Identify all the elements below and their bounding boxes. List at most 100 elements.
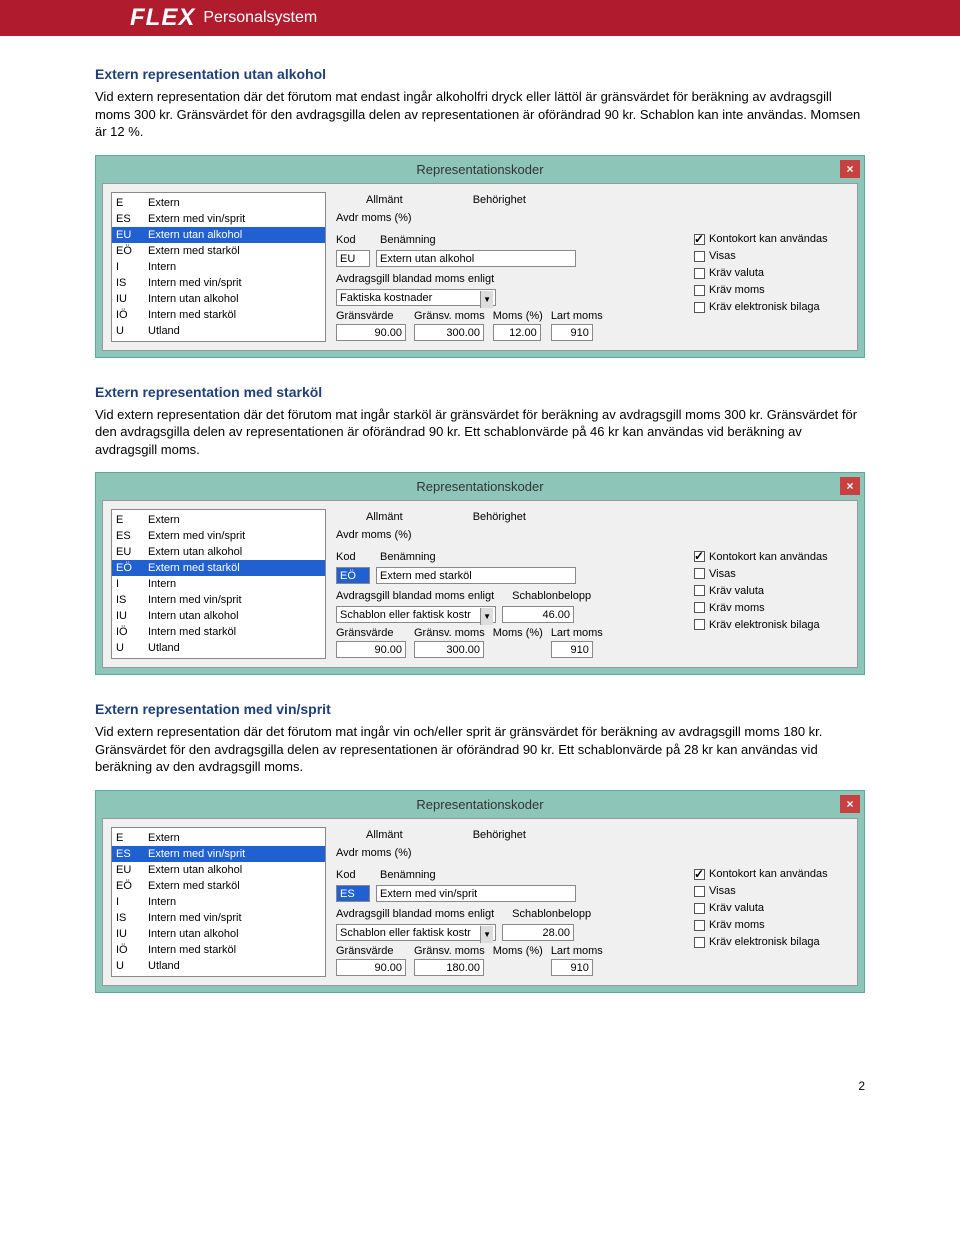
label-gransv-moms: Gränsv. moms <box>414 945 485 957</box>
code-list-item[interactable]: EUExtern utan alkohol <box>112 227 325 243</box>
label-moms-pct: Moms (%) <box>493 627 543 639</box>
label-visas: Visas <box>709 568 736 580</box>
code-list-item[interactable]: IÖIntern med starköl <box>112 942 325 958</box>
code-list-item[interactable]: IÖIntern med starköl <box>112 624 325 640</box>
gransvarde-field[interactable]: 90.00 <box>336 324 406 341</box>
code-list[interactable]: EExternESExtern med vin/spritEUExtern ut… <box>111 192 326 342</box>
code-list[interactable]: EExternESExtern med vin/spritEUExtern ut… <box>111 827 326 977</box>
code-list-item[interactable]: IIntern <box>112 259 325 275</box>
tab-behorighet[interactable]: Behörighet <box>473 829 526 841</box>
lart-moms-field[interactable]: 910 <box>551 959 593 976</box>
kod-field[interactable]: EU <box>336 250 370 267</box>
label-avdragsgill-blandad: Avdragsgill blandad moms enligt <box>336 908 494 920</box>
code-list-item[interactable]: ISIntern med vin/sprit <box>112 592 325 608</box>
code-list-item[interactable]: ESExtern med vin/sprit <box>112 846 325 862</box>
krav-moms-checkbox[interactable] <box>694 602 705 613</box>
label-visas: Visas <box>709 885 736 897</box>
page-number: 2 <box>0 1059 960 1103</box>
tab-allmant[interactable]: Allmänt <box>366 511 403 523</box>
code-list-item[interactable]: UUtland <box>112 640 325 656</box>
kontokort-checkbox[interactable] <box>694 234 705 245</box>
label-avdr-moms-pct: Avdr moms (%) <box>336 529 412 541</box>
code-list-item[interactable]: ISIntern med vin/sprit <box>112 910 325 926</box>
schablon-field[interactable]: 28.00 <box>502 924 574 941</box>
krav-moms-checkbox[interactable] <box>694 920 705 931</box>
code-list-item[interactable]: IUIntern utan alkohol <box>112 291 325 307</box>
code-list-item[interactable]: IUIntern utan alkohol <box>112 608 325 624</box>
label-benamning: Benämning <box>380 869 436 881</box>
code-list-item[interactable]: EÖExtern med starköl <box>112 243 325 259</box>
section-title: Extern representation med starköl <box>95 384 865 400</box>
krav-moms-checkbox[interactable] <box>694 285 705 296</box>
close-button[interactable]: × <box>840 160 860 178</box>
kontokort-checkbox[interactable] <box>694 551 705 562</box>
kod-field[interactable]: ES <box>336 885 370 902</box>
code-list-item[interactable]: ISIntern med vin/sprit <box>112 275 325 291</box>
code-list-item[interactable]: EExtern <box>112 195 325 211</box>
label-kod: Kod <box>336 869 374 881</box>
avdragsgill-dropdown[interactable]: Schablon eller faktisk kostr <box>336 924 496 941</box>
avdragsgill-dropdown[interactable]: Faktiska kostnader <box>336 289 496 306</box>
tab-allmant[interactable]: Allmänt <box>366 829 403 841</box>
tab-behorighet[interactable]: Behörighet <box>473 194 526 206</box>
code-list-item[interactable]: UUtland <box>112 958 325 974</box>
benamning-field[interactable]: Extern med vin/sprit <box>376 885 576 902</box>
gransv-moms-field[interactable]: 300.00 <box>414 324 484 341</box>
code-list-item[interactable]: IÖIntern med starköl <box>112 307 325 323</box>
code-list-item[interactable]: IIntern <box>112 576 325 592</box>
code-list-item[interactable]: EExtern <box>112 830 325 846</box>
gransvarde-field[interactable]: 90.00 <box>336 959 406 976</box>
gransv-moms-field[interactable]: 300.00 <box>414 641 484 658</box>
code-list-item[interactable]: EÖExtern med starköl <box>112 878 325 894</box>
label-gransvarde: Gränsvärde <box>336 627 393 639</box>
label-avdr-moms-pct: Avdr moms (%) <box>336 212 412 224</box>
krav-valuta-checkbox[interactable] <box>694 585 705 596</box>
moms-pct-field[interactable]: 12.00 <box>493 324 541 341</box>
visas-checkbox[interactable] <box>694 886 705 897</box>
label-schablonbelopp: Schablonbelopp <box>512 908 591 920</box>
kod-field[interactable]: EÖ <box>336 567 370 584</box>
code-list-item[interactable]: EÖExtern med starköl <box>112 560 325 576</box>
kontokort-checkbox[interactable] <box>694 869 705 880</box>
krav-valuta-checkbox[interactable] <box>694 903 705 914</box>
code-list-item[interactable]: EUExtern utan alkohol <box>112 544 325 560</box>
code-list-item[interactable]: EUExtern utan alkohol <box>112 862 325 878</box>
gransvarde-field[interactable]: 90.00 <box>336 641 406 658</box>
lart-moms-field[interactable]: 910 <box>551 641 593 658</box>
lart-moms-field[interactable]: 910 <box>551 324 593 341</box>
section-text: Vid extern representation där det föruto… <box>95 88 865 141</box>
benamning-field[interactable]: Extern utan alkohol <box>376 250 576 267</box>
krav-bilaga-checkbox[interactable] <box>694 302 705 313</box>
krav-bilaga-checkbox[interactable] <box>694 937 705 948</box>
code-list-item[interactable]: IUIntern utan alkohol <box>112 926 325 942</box>
code-list-item[interactable]: ESExtern med vin/sprit <box>112 211 325 227</box>
label-krav-moms: Kräv moms <box>709 284 765 296</box>
code-list-item[interactable]: EExtern <box>112 512 325 528</box>
krav-valuta-checkbox[interactable] <box>694 268 705 279</box>
label-gransvarde: Gränsvärde <box>336 310 393 322</box>
code-list-item[interactable]: IIntern <box>112 894 325 910</box>
label-kod: Kod <box>336 551 374 563</box>
code-list-item[interactable]: ESExtern med vin/sprit <box>112 528 325 544</box>
tab-allmant[interactable]: Allmänt <box>366 194 403 206</box>
code-list-item[interactable]: UUtland <box>112 323 325 339</box>
tab-behorighet[interactable]: Behörighet <box>473 511 526 523</box>
krav-bilaga-checkbox[interactable] <box>694 619 705 630</box>
benamning-field[interactable]: Extern med starköl <box>376 567 576 584</box>
visas-checkbox[interactable] <box>694 568 705 579</box>
label-schablonbelopp: Schablonbelopp <box>512 590 591 602</box>
label-avdr-moms-pct: Avdr moms (%) <box>336 847 412 859</box>
label-krav-bilaga: Kräv elektronisk bilaga <box>709 301 820 313</box>
avdragsgill-dropdown[interactable]: Schablon eller faktisk kostr <box>336 606 496 623</box>
close-button[interactable]: × <box>840 795 860 813</box>
schablon-field[interactable]: 46.00 <box>502 606 574 623</box>
gransv-moms-field[interactable]: 180.00 <box>414 959 484 976</box>
brand-logo: FLEX <box>130 4 195 32</box>
visas-checkbox[interactable] <box>694 251 705 262</box>
section-text: Vid extern representation där det föruto… <box>95 723 865 776</box>
label-lart-moms: Lart moms <box>551 310 603 322</box>
code-list[interactable]: EExternESExtern med vin/spritEUExtern ut… <box>111 509 326 659</box>
close-button[interactable]: × <box>840 477 860 495</box>
label-moms-pct: Moms (%) <box>493 310 543 322</box>
label-avdragsgill-blandad: Avdragsgill blandad moms enligt <box>336 273 494 285</box>
